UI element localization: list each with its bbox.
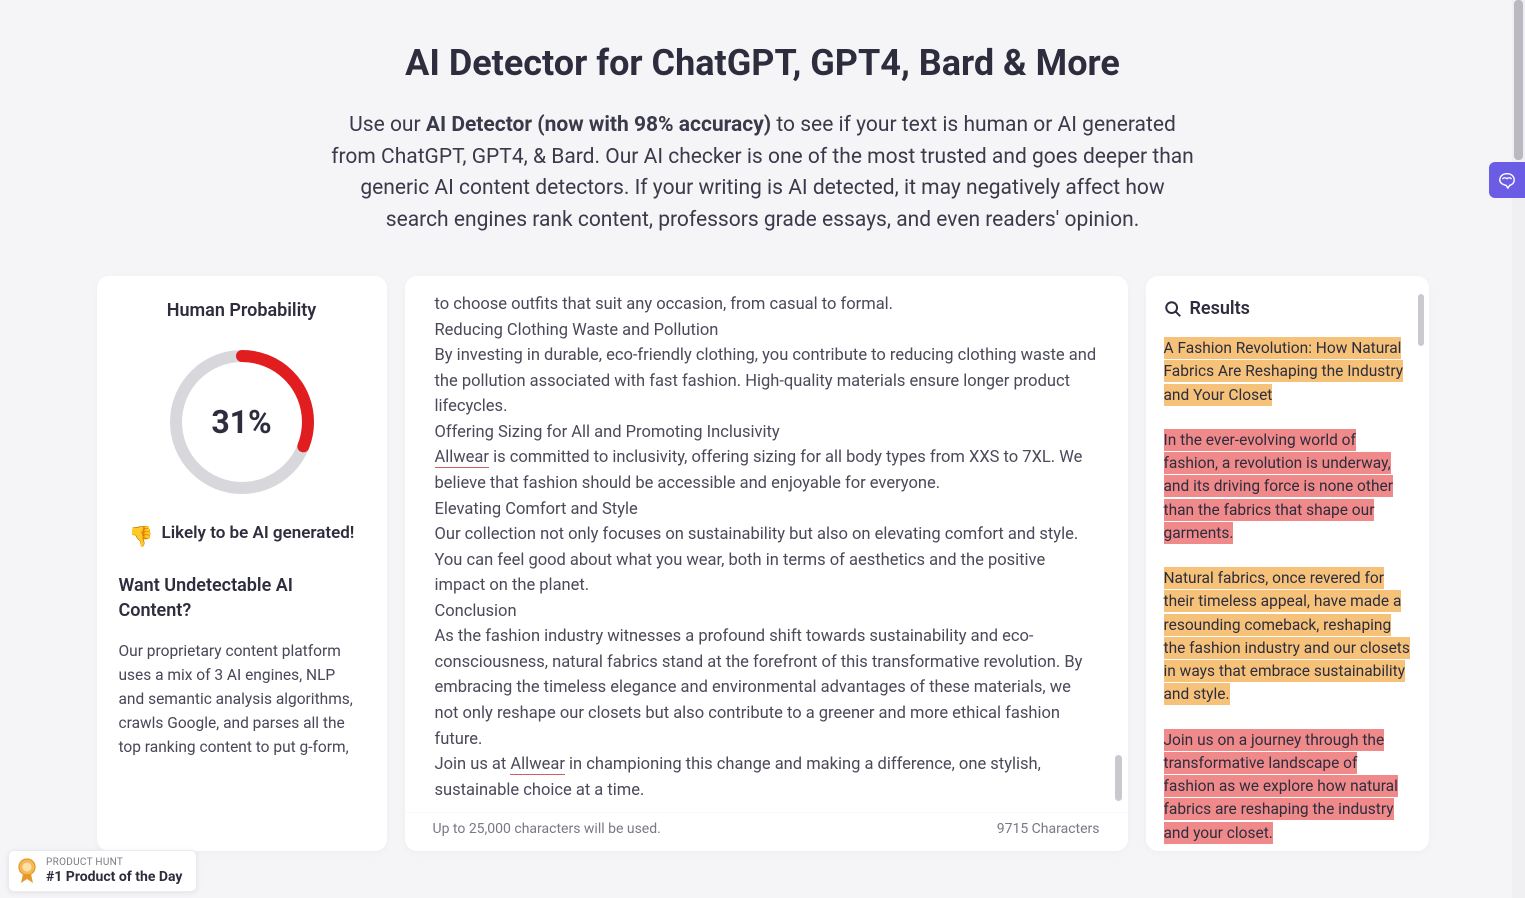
char-count: 9715 Characters [997,821,1100,837]
scrollbar-thumb[interactable] [1514,0,1523,160]
text-paragraph: Join us at Allwear in championing this c… [435,752,1098,803]
results-title: Results [1190,298,1250,319]
text-heading: Reducing Clothing Waste and Pollution [435,318,1098,344]
text-paragraph: Our collection not only focuses on susta… [435,522,1098,599]
page-scrollbar[interactable] [1512,0,1525,898]
page-subtitle: Use our AI Detector (now with 98% accura… [328,110,1198,236]
text-paragraph: By investing in durable, eco-friendly cl… [435,343,1098,420]
verdict: 👎 Likely to be AI generated! [119,521,365,551]
medal-icon [16,857,38,885]
content-textarea[interactable]: to choose outfits that suit any occasion… [405,276,1128,812]
text-heading: Elevating Comfort and Style [435,497,1098,523]
subtitle-prefix: Use our [349,113,426,137]
results-list: A Fashion Revolution: How Natural Fabric… [1164,337,1413,851]
results-card: Results A Fashion Revolution: How Natura… [1146,276,1429,851]
text-heading: Offering Sizing for All and Promoting In… [435,420,1098,446]
thumbs-down-icon: 👎 [129,521,154,551]
content-editor-card: to choose outfits that suit any occasion… [405,276,1128,851]
undetectable-title: Want Undetectable AI Content? [119,573,365,623]
search-icon [1164,300,1182,318]
text-heading: Conclusion [435,599,1098,625]
result-item[interactable]: A Fashion Revolution: How Natural Fabric… [1164,337,1413,407]
results-scrollbar-thumb[interactable] [1418,294,1424,346]
result-item[interactable]: In the ever-evolving world of fashion, a… [1164,429,1413,545]
page-title: AI Detector for ChatGPT, GPT4, Bard & Mo… [0,0,1525,110]
result-item[interactable]: Natural fabrics, once revered for their … [1164,567,1413,707]
probability-card: Human Probability 31% 👎 Likely to be AI … [97,276,387,851]
undetectable-body: Our proprietary content platform uses a … [119,639,365,759]
brain-icon [1496,171,1518,189]
text-paragraph: Allwear is committed to inclusivity, off… [435,445,1098,496]
text-link[interactable]: Allwear [510,755,565,775]
probability-percent: 31% [211,403,271,441]
product-hunt-badge[interactable]: PRODUCT HUNT #1 Product of the Day [8,850,197,892]
verdict-text: Likely to be AI generated! [162,521,355,547]
char-limit-note: Up to 25,000 characters will be used. [433,821,661,837]
ph-label: PRODUCT HUNT [46,857,182,869]
results-header: Results [1164,298,1413,319]
brain-side-button[interactable] [1489,162,1525,198]
result-item[interactable]: Join us on a journey through the transfo… [1164,729,1413,845]
probability-title: Human Probability [119,300,365,321]
editor-scrollbar-thumb[interactable] [1115,755,1122,801]
text-line: to choose outfits that suit any occasion… [435,292,1098,318]
text-paragraph: As the fashion industry witnesses a prof… [435,624,1098,752]
ph-title: #1 Product of the Day [46,869,182,885]
text-link[interactable]: Allwear [435,448,490,468]
probability-gauge: 31% [163,343,321,501]
subtitle-strong: AI Detector (now with 98% accuracy) [426,113,771,137]
